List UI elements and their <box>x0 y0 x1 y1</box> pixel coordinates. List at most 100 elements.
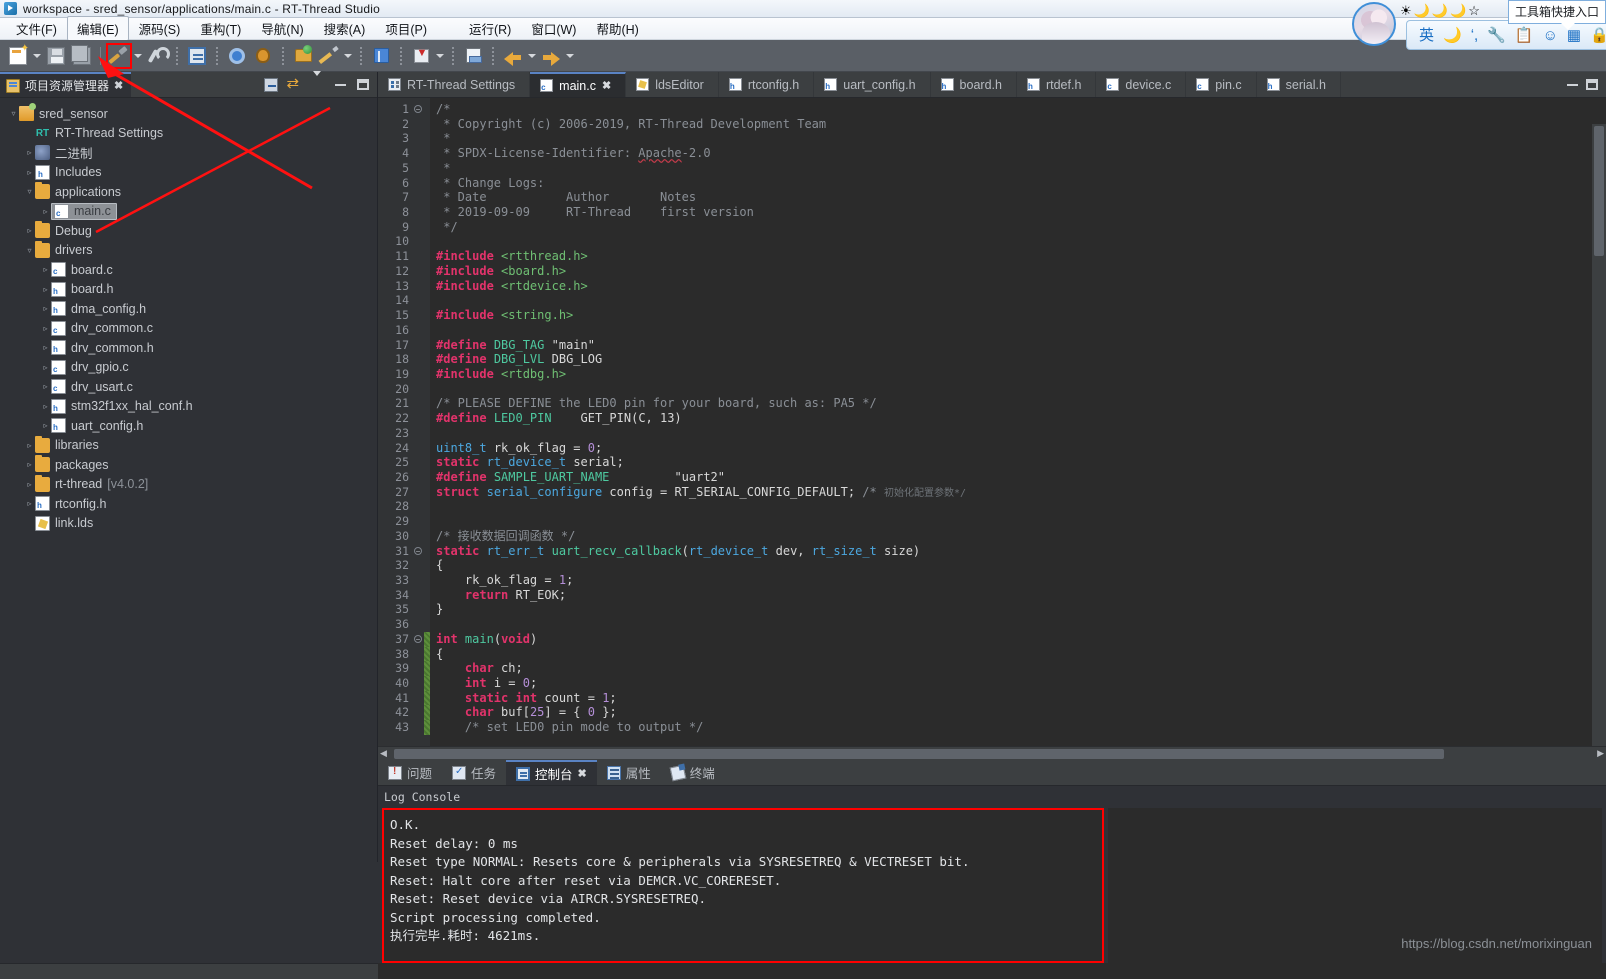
avatar[interactable] <box>1352 2 1396 46</box>
code-line[interactable]: #include <rtdbg.h> <box>436 367 1606 382</box>
edit-button[interactable] <box>317 44 341 68</box>
code-line[interactable]: } <box>436 602 1606 617</box>
collapse-all-button[interactable] <box>261 75 281 95</box>
code-line[interactable]: #define LED0_PIN GET_PIN(C, 13) <box>436 411 1606 426</box>
code-line[interactable] <box>436 499 1606 514</box>
scrollbar-thumb[interactable] <box>394 749 1444 759</box>
menu-help[interactable]: 帮助(H) <box>586 16 648 41</box>
editor-tab-rtdef-h[interactable]: rtdef.h <box>1017 72 1097 97</box>
tree-item-drv-usart-c[interactable]: ▹ drv_usart.c <box>0 377 377 397</box>
editor-tab-pin-c[interactable]: pin.c <box>1186 72 1257 97</box>
tree-item-main-c[interactable]: ▹ main.c <box>0 202 377 222</box>
scroll-right-arrow-icon[interactable]: ▶ <box>1597 748 1604 759</box>
code-line[interactable]: * Change Logs: <box>436 176 1606 191</box>
documentation-button[interactable] <box>369 44 393 68</box>
ime-skin-star-icon[interactable]: 🌙 <box>1450 4 1466 17</box>
code-line[interactable]: * Date Author Notes <box>436 190 1606 205</box>
tree-item-content[interactable]: RT RT-Thread Settings <box>35 126 163 141</box>
minimize-panel-button[interactable] <box>330 75 350 95</box>
tree-item-content[interactable]: dma_config.h <box>51 301 146 317</box>
tree-twisty-icon[interactable]: ▹ <box>40 207 51 216</box>
menu-navigate[interactable]: 导航(N) <box>251 16 313 41</box>
code-line[interactable]: /* <box>436 102 1606 117</box>
package-manager-button[interactable] <box>461 44 485 68</box>
tree-twisty-icon[interactable]: ▹ <box>40 382 51 391</box>
ime-toolbar[interactable]: 英 🌙 ʻ, 🔧 📋 ☺ ▦ 🔒 <box>1406 20 1606 50</box>
tree-item-content[interactable]: drv_usart.c <box>51 379 133 395</box>
build-configure-button[interactable] <box>145 44 170 68</box>
tree-item-includes[interactable]: ▹ Includes <box>0 163 377 183</box>
code-fold-toggle-icon[interactable]: − <box>412 102 424 117</box>
code-line[interactable]: #include <string.h> <box>436 308 1606 323</box>
tree-item-content[interactable]: rt-thread [v4.0.2] <box>35 474 148 492</box>
tree-item-content[interactable]: drv_common.c <box>51 320 153 336</box>
tree-twisty-icon[interactable]: ▹ <box>24 148 35 157</box>
smiley-icon[interactable]: ☺ <box>1543 28 1558 43</box>
tree-item-content[interactable]: Includes <box>35 164 102 180</box>
code-line[interactable]: * <box>436 161 1606 176</box>
code-line[interactable]: rk_ok_flag = 1; <box>436 573 1606 588</box>
code-fold-toggle-icon[interactable]: − <box>412 632 424 647</box>
tree-twisty-icon[interactable]: ▹ <box>24 226 35 235</box>
ime-language-label[interactable]: 英 <box>1419 28 1434 43</box>
back-dropdown-caret-icon[interactable] <box>527 44 537 68</box>
tree-item-board-c[interactable]: ▹ board.c <box>0 260 377 280</box>
editor-vertical-scrollbar[interactable] <box>1592 124 1606 760</box>
code-line[interactable] <box>436 617 1606 632</box>
tree-item-rt-thread-settings[interactable]: RT RT-Thread Settings <box>0 124 377 144</box>
project-tree[interactable]: ▿ sred_sensor RT RT-Thread Settings ▹ 二进制 ▹ Inc… <box>0 98 377 533</box>
tab-project-explorer[interactable]: 项目资源管理器 ✖ <box>0 72 132 97</box>
menu-edit[interactable]: 编辑(E) <box>66 16 129 41</box>
ime-skin-star-icon[interactable]: 🌙 <box>1432 4 1448 17</box>
wrench-icon[interactable]: 🔧 <box>1487 28 1506 43</box>
moon-icon[interactable]: 🌙 <box>1443 28 1462 43</box>
code-line[interactable]: * 2019-09-09 RT-Thread first version <box>436 205 1606 220</box>
tree-item-content[interactable]: rtconfig.h <box>35 496 106 512</box>
tree-item-uart-config-h[interactable]: ▹ uart_config.h <box>0 416 377 436</box>
tree-item-drivers[interactable]: ▿ drivers <box>0 240 377 261</box>
new-dropdown-caret-icon[interactable] <box>32 44 42 68</box>
tree-item-content[interactable]: board.c <box>51 262 113 278</box>
import-dropdown-caret-icon[interactable] <box>435 44 445 68</box>
code-line[interactable]: int i = 0; <box>436 676 1606 691</box>
code-line[interactable]: * Copyright (c) 2006-2019, RT-Thread Dev… <box>436 117 1606 132</box>
forward-dropdown-caret-icon[interactable] <box>565 44 575 68</box>
code-line[interactable]: */ <box>436 220 1606 235</box>
code-line[interactable]: #define SAMPLE_UART_NAME "uart2" <box>436 470 1606 485</box>
editor-tab-rtconfig-h[interactable]: rtconfig.h <box>719 72 815 97</box>
code-editor[interactable]: 1 2 3 4 5 6 7 8 9 10 11 12 13 14 15 16 17 18 19 20 21 22 23 24 2… <box>378 98 1606 760</box>
menu-file[interactable]: 文件(F) <box>6 16 67 41</box>
code-line[interactable]: #include <board.h> <box>436 264 1606 279</box>
tree-item-drv-common-h[interactable]: ▹ drv_common.h <box>0 338 377 358</box>
tree-item-stm32f1xx-hal-conf-h[interactable]: ▹ stm32f1xx_hal_conf.h <box>0 397 377 417</box>
console-tab-终端[interactable]: 终端 <box>661 760 725 785</box>
new-button[interactable] <box>6 43 30 68</box>
editor-tab-main-c[interactable]: main.c ✖ <box>530 72 627 97</box>
tree-twisty-icon[interactable]: ▹ <box>40 304 51 313</box>
code-line[interactable]: { <box>436 647 1606 662</box>
tree-item-link-lds[interactable]: link.lds <box>0 514 377 534</box>
close-icon[interactable]: ✖ <box>602 79 611 92</box>
tree-twisty-icon[interactable]: ▿ <box>8 109 19 118</box>
tree-twisty-icon[interactable]: ▹ <box>40 402 51 411</box>
tree-twisty-icon[interactable]: ▹ <box>40 421 51 430</box>
code-line[interactable]: * SPDX-License-Identifier: Apache-2.0 <box>436 146 1606 161</box>
open-resource-button[interactable] <box>291 44 315 68</box>
tree-twisty-icon[interactable]: ▹ <box>40 324 51 333</box>
tree-item-applications[interactable]: ▿ applications <box>0 182 377 202</box>
save-all-button[interactable] <box>70 44 94 68</box>
tree-twisty-icon[interactable]: ▹ <box>40 265 51 274</box>
tree-item-libraries[interactable]: ▹ libraries <box>0 435 377 456</box>
scroll-left-arrow-icon[interactable]: ◀ <box>380 748 387 759</box>
tree-twisty-icon[interactable]: ▹ <box>40 363 51 372</box>
code-line[interactable]: #include <rtthread.h> <box>436 249 1606 264</box>
tree-twisty-icon[interactable]: ▿ <box>24 187 35 196</box>
code-line[interactable]: char buf[25] = { 0 }; <box>436 705 1606 720</box>
console-tab-问题[interactable]: 问题 <box>378 760 442 785</box>
voice-input-icon[interactable]: ʻ, <box>1471 28 1479 43</box>
code-line[interactable] <box>436 382 1606 397</box>
build-dropdown-caret-icon[interactable] <box>133 44 143 68</box>
menu-project[interactable]: 项目(P) <box>375 16 437 41</box>
tree-item-content[interactable]: link.lds <box>35 515 93 531</box>
tree-item-content[interactable]: libraries <box>35 435 99 453</box>
